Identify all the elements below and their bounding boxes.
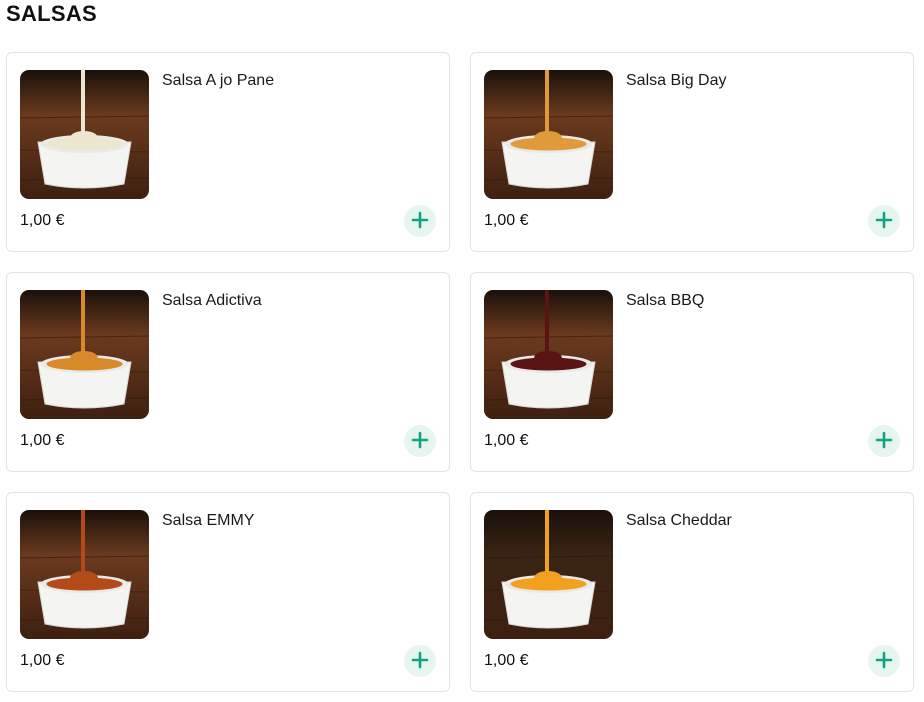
product-name: Salsa Big Day xyxy=(626,72,727,89)
product-price: 1,00 € xyxy=(20,212,65,229)
product-card[interactable]: Salsa Adictiva 1,00 € xyxy=(6,272,450,472)
plus-icon xyxy=(875,431,893,452)
product-card[interactable]: Salsa BBQ 1,00 € xyxy=(470,272,914,472)
product-price: 1,00 € xyxy=(484,652,529,669)
add-to-cart-button[interactable] xyxy=(404,425,436,457)
product-card[interactable]: Salsa A jo Pane 1,00 € xyxy=(6,52,450,252)
garlic-mayo-sauce-bowl xyxy=(20,70,149,199)
add-to-cart-button[interactable] xyxy=(404,205,436,237)
product-name: Salsa BBQ xyxy=(626,292,705,309)
product-name: Salsa A jo Pane xyxy=(162,72,275,89)
product-name: Salsa Cheddar xyxy=(626,512,732,529)
add-to-cart-button[interactable] xyxy=(868,645,900,677)
product-price: 1,00 € xyxy=(20,432,65,449)
menu-section-page: SALSAS Salsa A jo Pane 1,00 € Salsa Big … xyxy=(0,0,924,702)
product-name: Salsa EMMY xyxy=(162,512,255,529)
product-card[interactable]: Salsa Big Day 1,00 € xyxy=(470,52,914,252)
emmy-sauce-bowl xyxy=(20,510,149,639)
product-price: 1,00 € xyxy=(484,212,529,229)
cheddar-sauce-bowl xyxy=(484,510,613,639)
product-name: Salsa Adictiva xyxy=(162,292,262,309)
product-card[interactable]: Salsa Cheddar 1,00 € xyxy=(470,492,914,692)
product-grid: Salsa A jo Pane 1,00 € Salsa Big Day 1,0… xyxy=(6,52,914,692)
plus-icon xyxy=(875,211,893,232)
product-price: 1,00 € xyxy=(20,652,65,669)
plus-icon xyxy=(411,211,429,232)
plus-icon xyxy=(411,651,429,672)
product-price: 1,00 € xyxy=(484,432,529,449)
adictiva-sauce-bowl xyxy=(20,290,149,419)
bbq-sauce-bowl xyxy=(484,290,613,419)
plus-icon xyxy=(411,431,429,452)
add-to-cart-button[interactable] xyxy=(868,205,900,237)
big-day-sauce-bowl xyxy=(484,70,613,199)
add-to-cart-button[interactable] xyxy=(404,645,436,677)
add-to-cart-button[interactable] xyxy=(868,425,900,457)
section-title: SALSAS xyxy=(6,1,98,26)
product-card[interactable]: Salsa EMMY 1,00 € xyxy=(6,492,450,692)
plus-icon xyxy=(875,651,893,672)
